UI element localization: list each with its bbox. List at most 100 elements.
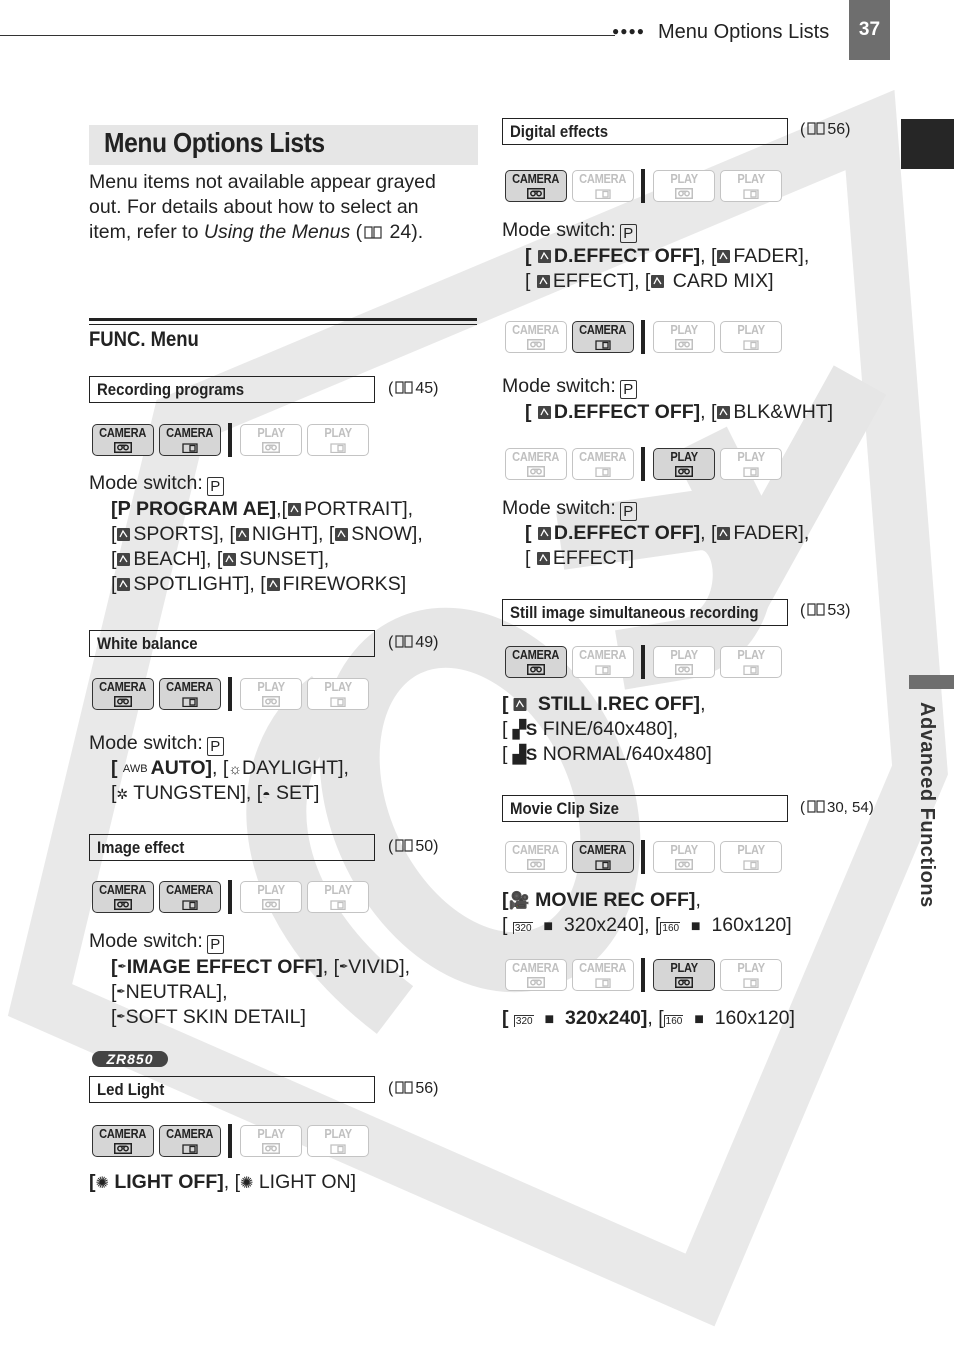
play-tape-mode-indicator: PLAY	[653, 170, 715, 202]
play-card-mode-indicator: PLAY	[720, 448, 782, 480]
play-tape-mode-indicator: PLAY	[653, 841, 715, 873]
program-mode-p-icon: P	[619, 224, 637, 243]
book-icon	[807, 603, 825, 616]
tape-icon	[114, 1143, 132, 1154]
page-ref-number: 56	[415, 1080, 434, 1097]
page-ref[interactable]: (56)	[800, 121, 850, 139]
mode-label: CAMERA	[579, 960, 627, 975]
option-160x120: 160x120]	[714, 1007, 795, 1029]
memory-card-icon	[329, 696, 347, 707]
option-320x240: 320x240], [	[563, 914, 661, 936]
book-icon	[395, 1081, 413, 1094]
intro-page-ref[interactable]: 24).	[384, 221, 424, 243]
page-ref[interactable]: (53)	[800, 602, 850, 620]
mode-separator	[641, 645, 645, 679]
mode-label: PLAY	[257, 1126, 285, 1141]
mode-indicator-row: CAMERA CAMERA PLAY PLAY	[92, 880, 374, 914]
section-title: White balance	[97, 634, 198, 653]
play-card-mode-indicator: PLAY	[307, 881, 369, 913]
play-card-mode-indicator: PLAY	[720, 959, 782, 991]
mode-indicator-row: CAMERA CAMERA PLAY PLAY	[505, 645, 787, 679]
running-title: Menu Options Lists	[658, 21, 830, 43]
mode-label: PLAY	[670, 449, 698, 464]
mode-label: CAMERA	[512, 449, 560, 464]
option-vivid: VIVID],	[348, 956, 411, 978]
section-title: Digital effects	[510, 122, 609, 141]
section-tab-label: Advanced Functions	[916, 702, 938, 908]
daylight-icon: ☼	[228, 761, 243, 778]
play-card-mode-indicator: PLAY	[720, 170, 782, 202]
sunset-icon	[222, 552, 237, 567]
fine-quality-icon: ▞S	[512, 720, 538, 739]
page-ref-number: 56	[827, 121, 846, 138]
mode-separator	[641, 958, 645, 992]
tape-icon	[675, 859, 693, 870]
page-ref[interactable]: (50)	[388, 838, 438, 856]
mode-label: CAMERA	[579, 842, 627, 857]
option-line: [BEACH], [SUNSET],	[111, 548, 330, 570]
option-snow: SNOW],	[351, 523, 423, 545]
using-menus-link[interactable]: Using the Menus	[204, 221, 350, 243]
mode-switch-line: Mode switch: P	[502, 218, 637, 243]
mode-indicator-row: CAMERA CAMERA PLAY PLAY	[92, 1124, 374, 1158]
func-menu-title: FUNC. Menu	[89, 328, 199, 351]
page-ref[interactable]: (49)	[388, 634, 438, 652]
book-icon	[395, 839, 413, 852]
intro-line: out. For details about how to select an	[89, 196, 419, 218]
option-line: [ STILL I.REC OFF],	[502, 693, 706, 715]
program-mode-p-icon: P	[206, 737, 224, 756]
soft-skin-icon: ✒	[116, 1011, 126, 1023]
tape-icon	[675, 188, 693, 199]
play-tape-mode-indicator: PLAY	[240, 1125, 302, 1157]
mode-indicator-row: CAMERA CAMERA PLAY PLAY	[505, 958, 787, 992]
mode-label: PLAY	[737, 171, 765, 186]
camera-card-mode-indicator: CAMERA	[159, 424, 221, 456]
mode-indicator-row: CAMERA CAMERA PLAY PLAY	[92, 423, 374, 457]
play-card-mode-indicator: PLAY	[720, 841, 782, 873]
mode-switch-label: Mode switch:	[89, 472, 203, 494]
page-ref[interactable]: (56)	[388, 1080, 438, 1098]
mode-label: PLAY	[324, 882, 352, 897]
section-header-movie-clip-size: Movie Clip Size	[502, 795, 788, 822]
memory-card-icon	[329, 899, 347, 910]
mode-label: PLAY	[324, 679, 352, 694]
mode-label: PLAY	[737, 449, 765, 464]
page-ref[interactable]: (45)	[388, 380, 438, 398]
tape-icon	[675, 977, 693, 988]
option-line: [ AWB AUTO], [☼DAYLIGHT],	[111, 757, 349, 779]
size-320-icon: 320	[512, 922, 533, 934]
mode-separator	[641, 320, 645, 354]
camera-card-mode-indicator: CAMERA	[572, 170, 634, 202]
model-badge-zr850: ZR850	[92, 1051, 168, 1067]
play-tape-mode-indicator: PLAY	[240, 424, 302, 456]
fader-icon	[716, 249, 731, 264]
mode-separator	[641, 169, 645, 203]
camera-tape-mode-indicator: CAMERA	[505, 841, 567, 873]
mode-label: CAMERA	[579, 449, 627, 464]
memory-card-icon	[329, 1143, 347, 1154]
option-effect: EFFECT]	[552, 547, 635, 569]
page-ref[interactable]: (30, 54)	[800, 799, 874, 816]
separator: , [	[212, 757, 229, 779]
section-header-digital-effects: Digital effects	[502, 118, 788, 145]
option-line: [ EFFECT]	[525, 547, 635, 569]
camera-tape-mode-indicator: CAMERA	[505, 448, 567, 480]
mode-label: CAMERA	[579, 647, 627, 662]
option-portrait: PORTRAIT],	[304, 498, 414, 520]
camera-card-mode-indicator: CAMERA	[572, 321, 634, 353]
mode-indicator-row: CAMERA CAMERA PLAY PLAY	[92, 677, 374, 711]
mode-indicator-row: CAMERA CAMERA PLAY PLAY	[505, 320, 787, 354]
mode-indicator-row: CAMERA CAMERA PLAY PLAY	[505, 169, 787, 203]
tungsten-icon: ✲	[116, 786, 129, 802]
mode-switch-label: Mode switch:	[502, 219, 616, 241]
mode-separator	[641, 840, 645, 874]
page-ref-number: 30, 54	[827, 799, 869, 816]
section-header-still-image: Still image simultaneous recording	[502, 599, 788, 626]
page-number: 37	[849, 0, 890, 60]
night-icon	[235, 527, 250, 542]
option-sunset: SUNSET],	[239, 548, 330, 570]
mode-label: CAMERA	[166, 679, 214, 694]
memory-card-icon	[742, 859, 760, 870]
option-movie-rec-off: MOVIE REC OFF]	[535, 889, 696, 911]
option-line: [🎥 MOVIE REC OFF],	[502, 889, 701, 911]
